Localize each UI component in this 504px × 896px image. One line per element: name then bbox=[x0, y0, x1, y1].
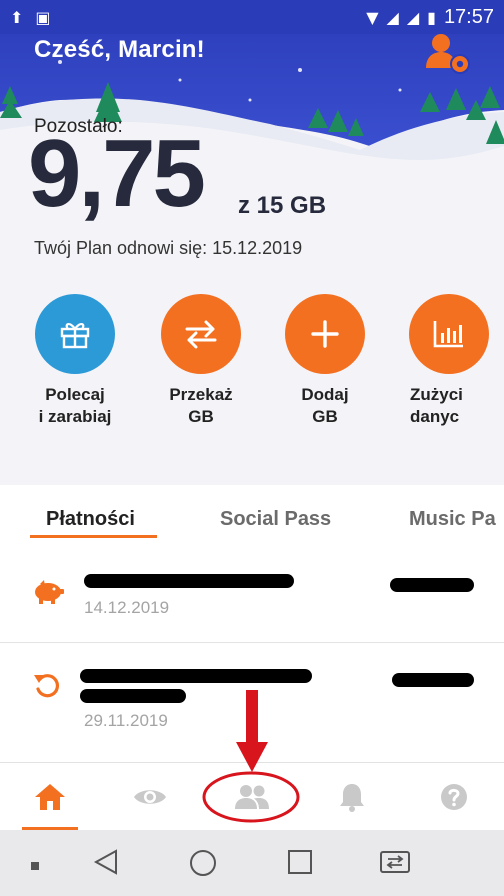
recents-button[interactable] bbox=[286, 848, 314, 881]
help-icon bbox=[441, 784, 467, 810]
nav-overview[interactable] bbox=[130, 779, 170, 815]
redacted-amount bbox=[390, 578, 474, 592]
chart-icon bbox=[433, 321, 463, 348]
status-bar: ⬆ ▣ ▼ ◢ ◢ ▮ 17:57 bbox=[0, 0, 504, 34]
switch-app-button[interactable] bbox=[378, 848, 412, 881]
active-tab-indicator bbox=[30, 535, 157, 538]
circle-home-icon bbox=[190, 850, 216, 876]
signal-icon: ◢ bbox=[386, 7, 399, 27]
action-usage-label: Zużyci danyc bbox=[410, 385, 463, 426]
signal-icon: ◢ bbox=[406, 7, 420, 27]
nav-people[interactable] bbox=[232, 779, 272, 815]
action-refer[interactable]: Polecaj i zarabiaj bbox=[20, 294, 130, 428]
action-usage-circle bbox=[409, 294, 489, 374]
transfer-icon bbox=[185, 320, 217, 349]
bell-icon bbox=[340, 784, 364, 812]
square-recents-icon bbox=[288, 850, 312, 874]
greeting-title: Cześć, Marcin! bbox=[34, 36, 205, 63]
battery-icon: ▮ bbox=[427, 7, 436, 27]
plus-icon bbox=[311, 320, 339, 348]
wifi-icon: ▼ bbox=[366, 7, 379, 27]
action-refer-label: Polecaj i zarabiaj bbox=[38, 385, 112, 426]
system-navigation-bar bbox=[0, 830, 504, 896]
gallery-icon: ▣ bbox=[35, 7, 51, 27]
action-transfer-label: Przekaż GB bbox=[169, 385, 233, 426]
status-time: 17:57 bbox=[443, 5, 494, 28]
remaining-data-value: 9,75 bbox=[28, 120, 206, 227]
back-icon bbox=[93, 849, 117, 875]
user-settings-icon bbox=[426, 34, 470, 74]
payment-item[interactable]: 14.12.2019 bbox=[0, 548, 504, 642]
hero-section: Cześć, Marcin! Pozostało: 9,75 z 15 GB T… bbox=[0, 0, 504, 485]
dot-icon bbox=[30, 858, 40, 876]
piggy-bank-icon bbox=[35, 580, 64, 604]
action-transfer[interactable]: Przekaż GB bbox=[146, 294, 256, 428]
action-transfer-circle bbox=[161, 294, 241, 374]
nav-home[interactable] bbox=[30, 779, 70, 815]
total-data-label: z 15 GB bbox=[238, 192, 327, 219]
nav-help[interactable] bbox=[434, 779, 474, 815]
tab-social-pass[interactable]: Social Pass bbox=[220, 508, 331, 531]
refund-icon bbox=[34, 674, 60, 698]
nav-notifications[interactable] bbox=[332, 779, 372, 815]
home-icon bbox=[35, 784, 65, 810]
switch-icon bbox=[380, 851, 410, 873]
action-add-circle bbox=[285, 294, 365, 374]
redacted-title bbox=[80, 669, 312, 683]
action-usage[interactable]: Zużyci danyc bbox=[394, 294, 504, 428]
payment-item[interactable]: 29.11.2019 bbox=[0, 643, 504, 761]
bottom-navigation bbox=[0, 762, 504, 830]
people-icon bbox=[235, 785, 269, 809]
home-system-button[interactable] bbox=[188, 848, 218, 883]
payment-date: 14.12.2019 bbox=[84, 598, 170, 617]
back-button[interactable] bbox=[92, 848, 120, 881]
gift-icon bbox=[60, 323, 90, 349]
action-add[interactable]: Dodaj GB bbox=[270, 294, 380, 428]
tab-payments[interactable]: Płatności bbox=[46, 508, 135, 531]
redacted-title-line2 bbox=[80, 689, 186, 703]
action-refer-circle bbox=[35, 294, 115, 374]
action-add-label: Dodaj GB bbox=[301, 385, 349, 426]
upload-icon: ⬆ bbox=[10, 7, 24, 27]
redacted-title bbox=[84, 574, 294, 588]
plan-renewal-text: Twój Plan odnowi się: 15.12.2019 bbox=[34, 238, 303, 258]
tab-music-pass[interactable]: Music Pa bbox=[409, 508, 496, 531]
eye-icon bbox=[134, 790, 166, 804]
redacted-amount bbox=[392, 673, 474, 687]
payment-date: 29.11.2019 bbox=[84, 711, 168, 730]
profile-settings-button[interactable] bbox=[424, 32, 472, 74]
